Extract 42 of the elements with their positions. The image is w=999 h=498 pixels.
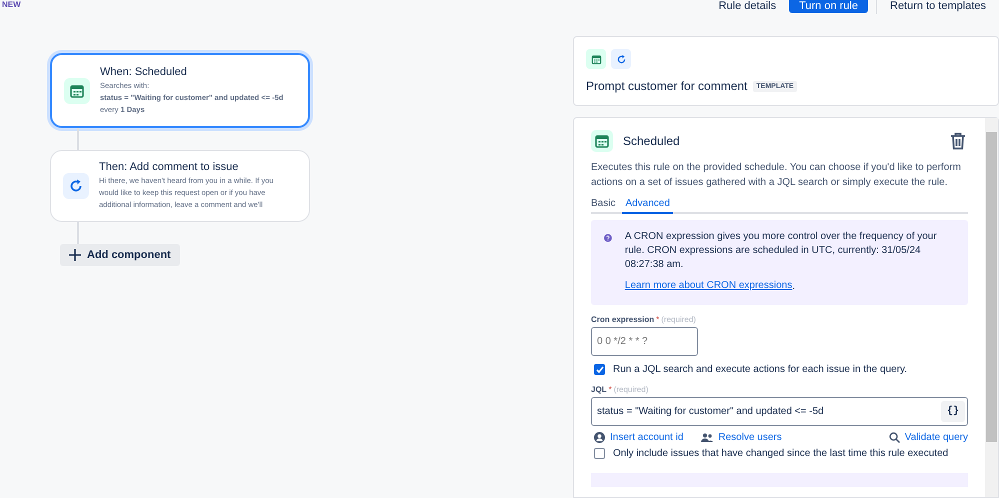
field-label: JQL bbox=[591, 385, 607, 394]
info-text: A CRON expression gives you more control over the frequency of your rule. CRON expressions are scheduled in UTC, currently: 31/05/24 08:27:38 am. bbox=[624, 230, 938, 272]
action-link[interactable]: Resolve users bbox=[701, 432, 782, 443]
panel-title: Scheduled bbox=[623, 134, 681, 148]
scrollbar[interactable] bbox=[985, 118, 998, 497]
learn-more-link[interactable]: Learn more about CRON expressions bbox=[624, 280, 792, 291]
calendar-icon bbox=[69, 82, 85, 98]
refresh-icon bbox=[616, 54, 626, 64]
required-asterisk: * bbox=[608, 385, 612, 394]
header-button[interactable]: Return to templates bbox=[885, 0, 991, 13]
new-label: NEW bbox=[2, 0, 21, 9]
node-title: When: Scheduled bbox=[100, 66, 188, 78]
panel-description: Executes this rule on the provided schedule. You can choose if you'd like to perform actions on a set of issues gathered with a JQL search or simply execute the rule. bbox=[591, 161, 962, 190]
header-button[interactable]: Rule details bbox=[714, 0, 782, 13]
required-hint: (required) bbox=[614, 385, 648, 394]
period-text: . bbox=[792, 280, 795, 294]
refresh-icon bbox=[68, 178, 84, 194]
plus-icon bbox=[69, 249, 81, 261]
person-icon bbox=[594, 432, 605, 443]
checkbox[interactable] bbox=[594, 364, 605, 375]
checkbox-label: Only include issues that have changed since the last time this rule executed bbox=[613, 448, 948, 459]
smart-values-button[interactable]: {} bbox=[940, 401, 965, 422]
field-label: Cron expression bbox=[591, 315, 654, 324]
checkbox-label: Run a JQL search and execute actions for each issue in the query. bbox=[613, 364, 908, 375]
trash-icon[interactable] bbox=[950, 132, 966, 150]
calendar-icon bbox=[590, 54, 602, 64]
calendar-icon bbox=[594, 133, 610, 149]
tab[interactable]: Basic bbox=[591, 196, 618, 214]
checkbox[interactable] bbox=[594, 448, 605, 459]
search-icon bbox=[888, 432, 900, 443]
node-title: Then: Add comment to issue bbox=[99, 161, 240, 173]
people-icon bbox=[701, 432, 714, 442]
action-link[interactable]: Validate query bbox=[888, 432, 968, 443]
required-asterisk: * bbox=[656, 315, 660, 324]
header-button[interactable]: Turn on rule bbox=[789, 0, 868, 13]
jql-field[interactable]: status = "Waiting for customer" and updated <= -5d {} bbox=[591, 397, 968, 426]
add-component-button[interactable]: Add component bbox=[60, 244, 180, 266]
cron-expression-field[interactable]: 0 0 */2 * * ? bbox=[591, 327, 698, 356]
required-hint: (required) bbox=[661, 315, 696, 324]
action-link[interactable]: Insert account id bbox=[594, 432, 684, 443]
tab[interactable]: Advanced bbox=[622, 196, 673, 214]
rule-title: Prompt customer for comment bbox=[586, 79, 748, 93]
